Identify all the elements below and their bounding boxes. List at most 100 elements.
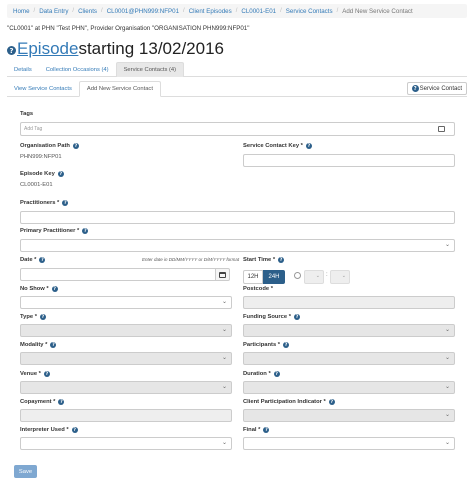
chevron-down-icon: ⌄ [444, 241, 450, 248]
chevron-down-icon: ⌄ [444, 411, 450, 418]
breadcrumb-client-episodes[interactable]: Client Episodes [189, 8, 232, 15]
service-contact-help-button[interactable]: ? Service Contact [406, 82, 467, 95]
chevron-down-icon: ⌄ [221, 326, 227, 333]
minute-select[interactable]: ⌄ [330, 270, 350, 284]
modality-label-text: Modality * [20, 342, 48, 348]
help-icon[interactable]: ? [50, 342, 57, 348]
chevron-down-icon: ⌄ [221, 298, 227, 305]
tags-label-text: Tags [20, 111, 34, 117]
context-line: "CL0001" at PHN "Test PHN", Provider Org… [7, 25, 250, 32]
help-icon[interactable]: ? [57, 171, 64, 177]
copayment-input[interactable] [20, 409, 232, 422]
help-icon[interactable]: ? [273, 371, 280, 377]
copayment-label: Copayment * ? [20, 399, 65, 405]
date-input[interactable] [20, 268, 216, 281]
24h-toggle[interactable]: 24H [263, 270, 285, 284]
tab-add-new-service-contact[interactable]: Add New Service Contact [78, 81, 161, 97]
funding-source-select[interactable]: ⌄ [243, 324, 455, 337]
type-select[interactable]: ⌄ [20, 324, 232, 337]
breadcrumb-service-contacts[interactable]: Service Contacts [286, 8, 333, 15]
help-icon[interactable]: ? [82, 228, 89, 234]
no-show-select[interactable]: ⌄ [20, 296, 232, 309]
help-icon[interactable]: ? [43, 371, 50, 377]
help-icon[interactable]: ? [7, 46, 16, 55]
type-label-text: Type * [20, 314, 37, 320]
keyboard-icon[interactable] [438, 126, 445, 132]
12h-toggle[interactable]: 12H [243, 270, 263, 284]
tags-placeholder: Add Tag [24, 126, 43, 132]
breadcrumb-clients[interactable]: Clients [78, 8, 97, 15]
chevron-down-icon: ⌄ [315, 273, 320, 279]
episode-key-value: CL0001-E01 [20, 182, 53, 188]
funding-source-label-text: Funding Source * [243, 314, 291, 320]
primary-practitioner-label: Primary Practitioner * ? [20, 228, 89, 234]
client-participation-label: Client Participation Indicator * ? [243, 399, 335, 405]
postcode-label: Postcode * [243, 286, 273, 292]
primary-practitioner-label-text: Primary Practitioner * [20, 228, 80, 234]
episode-key-label-text: Episode Key [20, 171, 55, 177]
episode-key-label: Episode Key ? [20, 171, 64, 177]
help-icon[interactable]: ? [283, 342, 290, 348]
help-icon[interactable]: ? [72, 143, 79, 149]
org-path-label: Organisation Path ? [20, 143, 79, 149]
service-contact-key-input[interactable] [243, 154, 455, 167]
tags-label: Tags [20, 111, 33, 117]
tab-view-service-contacts[interactable]: View Service Contacts [7, 81, 79, 97]
breadcrumb-separator: / [235, 8, 238, 14]
venue-select[interactable]: ⌄ [20, 381, 232, 394]
breadcrumb-data-entry[interactable]: Data Entry [39, 8, 68, 15]
date-format-hint: Enter date in DD/MM/YYYY or D/M/YYYY for… [142, 257, 240, 262]
breadcrumb-separator: / [33, 8, 36, 14]
type-label: Type * ? [20, 314, 46, 320]
episode-title-text: starting 13/02/2016 [78, 39, 224, 58]
final-label: Final * ? [243, 427, 270, 433]
breadcrumb-client[interactable]: CL0001@PHN999:NFP01 [107, 8, 179, 15]
episode-tabs: Details Collection Occasions (4) Service… [7, 62, 467, 77]
date-label: Date * ? [20, 257, 46, 263]
episode-link[interactable]: Episode [17, 39, 78, 59]
primary-practitioner-select[interactable]: ⌄ [20, 239, 455, 252]
calendar-button[interactable] [215, 268, 230, 281]
breadcrumb-separator: / [183, 8, 185, 14]
help-icon[interactable]: ? [62, 200, 69, 206]
help-icon[interactable]: ? [39, 314, 46, 320]
service-contact-key-label-text: Service Contact Key * [243, 143, 303, 149]
participants-select[interactable]: ⌄ [243, 352, 455, 365]
breadcrumb-home[interactable]: Home [13, 8, 30, 15]
venue-label: Venue * ? [20, 371, 50, 377]
help-icon[interactable]: ? [71, 427, 78, 433]
breadcrumb-episode[interactable]: CL0001-E01 [241, 8, 276, 15]
help-icon[interactable]: ? [58, 399, 65, 405]
modality-label: Modality * ? [20, 342, 57, 348]
org-path-label-text: Organisation Path [20, 143, 70, 149]
practitioners-input[interactable] [20, 211, 455, 224]
help-icon[interactable]: ? [278, 257, 285, 263]
service-contact-button-label: Service Contact [419, 85, 462, 92]
final-select[interactable]: ⌄ [243, 437, 455, 450]
duration-label-text: Duration * [243, 371, 271, 377]
breadcrumb-separator: / [280, 8, 282, 14]
save-button[interactable]: Save [14, 465, 37, 478]
postcode-input[interactable] [243, 296, 455, 309]
tags-input[interactable]: Add Tag [20, 122, 455, 136]
help-icon[interactable]: ? [39, 257, 46, 263]
final-label-text: Final * [243, 427, 261, 433]
chevron-down-icon: ⌄ [444, 439, 450, 446]
help-icon[interactable]: ? [294, 314, 300, 320]
interpreter-select[interactable]: ⌄ [20, 437, 232, 450]
modality-select[interactable]: ⌄ [20, 352, 232, 365]
tab-collection-occasions[interactable]: Collection Occasions (4) [39, 62, 116, 77]
tab-service-contacts[interactable]: Service Contacts (4) [115, 62, 185, 77]
duration-label: Duration * ? [243, 371, 280, 377]
help-icon[interactable]: ? [328, 399, 335, 405]
client-participation-select[interactable]: ⌄ [243, 409, 455, 422]
help-icon[interactable]: ? [305, 143, 312, 149]
duration-select[interactable]: ⌄ [243, 381, 455, 394]
help-icon[interactable]: ? [51, 286, 58, 292]
funding-source-label: Funding Source * ? [243, 314, 300, 320]
help-icon[interactable]: ? [263, 427, 270, 433]
tab-details[interactable]: Details [7, 62, 39, 77]
participants-label: Participants * ? [243, 342, 290, 348]
hour-select[interactable]: ⌄ [304, 270, 324, 284]
calendar-icon [219, 271, 226, 278]
